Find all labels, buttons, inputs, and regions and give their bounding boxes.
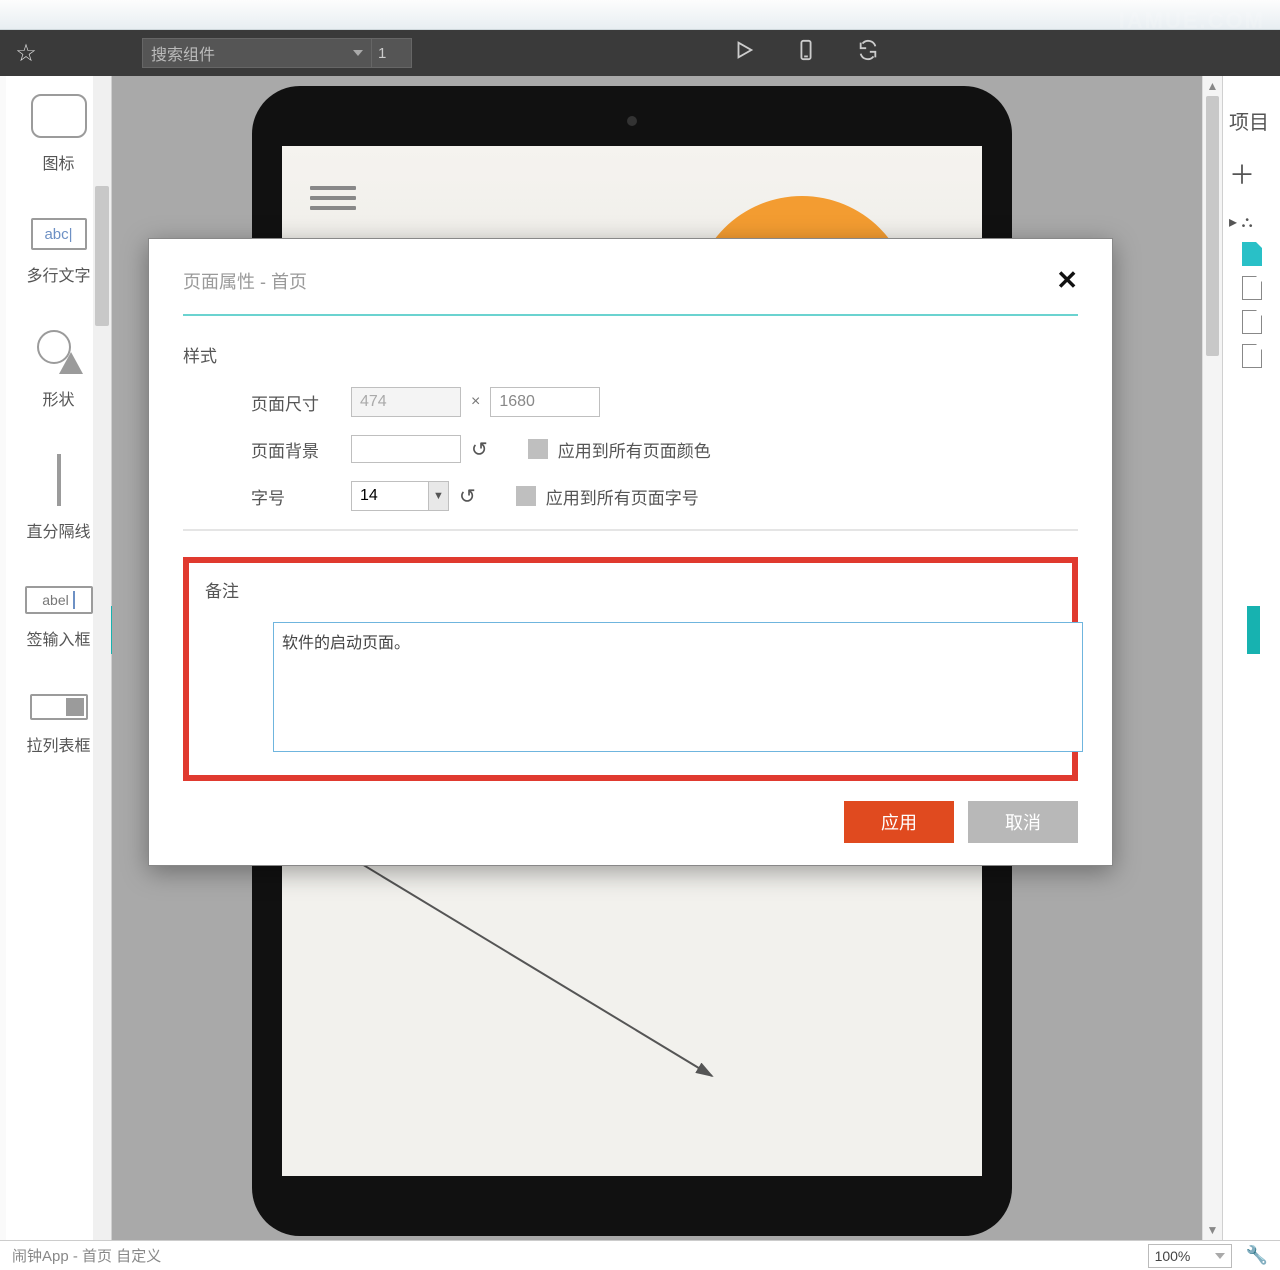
apply-font-all-label: 应用到所有页面字号 [546, 484, 699, 509]
breadcrumb: 闹钟App - 首页 自定义 [12, 1245, 161, 1266]
font-size-value: 14 [360, 487, 378, 505]
top-toolbar: ☆ 搜索组件 1 [0, 30, 1280, 76]
font-size-label: 字号 [251, 484, 351, 509]
icon-thumb [31, 94, 87, 138]
component-search-dropdown[interactable]: 搜索组件 [142, 38, 372, 68]
page-node[interactable] [1242, 344, 1262, 368]
page-node[interactable] [1242, 276, 1262, 300]
project-panel-title: 项目 [1229, 106, 1274, 135]
notes-section-label: 备注 [205, 577, 1056, 602]
labelinput-thumb: abel [25, 586, 93, 614]
page-width-input[interactable]: 474 [351, 387, 461, 417]
scroll-down-icon[interactable]: ▼ [1203, 1220, 1222, 1240]
scrollbar-thumb[interactable] [1206, 96, 1219, 356]
page-size-label: 页面尺寸 [251, 390, 351, 415]
hamburger-icon[interactable] [310, 180, 356, 216]
close-icon[interactable]: ✕ [1056, 265, 1078, 296]
font-size-select[interactable]: 14 ▼ [351, 481, 449, 511]
play-icon[interactable] [733, 39, 755, 67]
chevron-down-icon: ▼ [428, 482, 448, 510]
chevron-down-icon [1215, 1253, 1225, 1259]
add-page-button[interactable]: ＋ [1229, 155, 1274, 192]
canvas-scrollbar[interactable]: ▲ ▼ [1202, 76, 1222, 1240]
page-node-active[interactable] [1242, 242, 1262, 266]
watermark: IAMUE.COM [1119, 8, 1265, 34]
line-thumb [57, 454, 61, 506]
sitemap-icon[interactable]: ▸ ⛬ [1229, 212, 1274, 232]
scroll-up-icon[interactable]: ▲ [1203, 76, 1222, 96]
apply-font-all-checkbox[interactable] [516, 486, 536, 506]
dialog-title: 页面属性 - 首页 [183, 268, 307, 294]
undo-bg-icon[interactable]: ↺ [471, 437, 488, 462]
page-bg-swatch[interactable] [351, 435, 461, 463]
page-height-input[interactable]: 1680 [490, 387, 600, 417]
apply-bg-all-checkbox[interactable] [528, 439, 548, 459]
status-bar: 闹钟App - 首页 自定义 100% 🔧 [0, 1240, 1280, 1270]
zoom-select[interactable]: 100% [1148, 1244, 1232, 1268]
shape-thumb [31, 330, 87, 374]
device-camera [627, 116, 637, 126]
apply-button[interactable]: 应用 [844, 801, 954, 843]
scrollbar-thumb[interactable] [95, 186, 109, 326]
page-node[interactable] [1242, 310, 1262, 334]
zoom-value: 100% [1155, 1248, 1191, 1264]
notes-textarea[interactable] [273, 622, 1083, 752]
dropdown-thumb [30, 694, 88, 720]
size-separator: × [471, 393, 480, 411]
project-panel: 项目 ＋ ▸ ⛬ [1222, 76, 1280, 1240]
arrow-annotation [332, 846, 732, 1106]
right-marker [1247, 606, 1260, 654]
undo-font-icon[interactable]: ↺ [459, 484, 476, 509]
settings-wrench-icon[interactable]: 🔧 [1246, 1245, 1268, 1266]
components-scrollbar[interactable] [93, 76, 111, 1240]
mobile-icon[interactable] [795, 39, 817, 67]
component-search-placeholder: 搜索组件 [151, 41, 215, 65]
window-titlebar [0, 0, 1280, 30]
refresh-icon[interactable] [857, 39, 879, 67]
textbox-thumb: abc| [31, 218, 87, 250]
cancel-button[interactable]: 取消 [968, 801, 1078, 843]
favorite-star-icon[interactable]: ☆ [8, 35, 44, 71]
style-section-label: 样式 [183, 342, 1078, 367]
notes-highlight-box: 备注 [183, 557, 1078, 781]
apply-bg-all-label: 应用到所有页面颜色 [558, 437, 711, 462]
page-properties-dialog: 页面属性 - 首页 ✕ 样式 页面尺寸 474 × 1680 页面背景 ↺ 应用… [148, 238, 1113, 866]
page-bg-label: 页面背景 [251, 437, 351, 462]
